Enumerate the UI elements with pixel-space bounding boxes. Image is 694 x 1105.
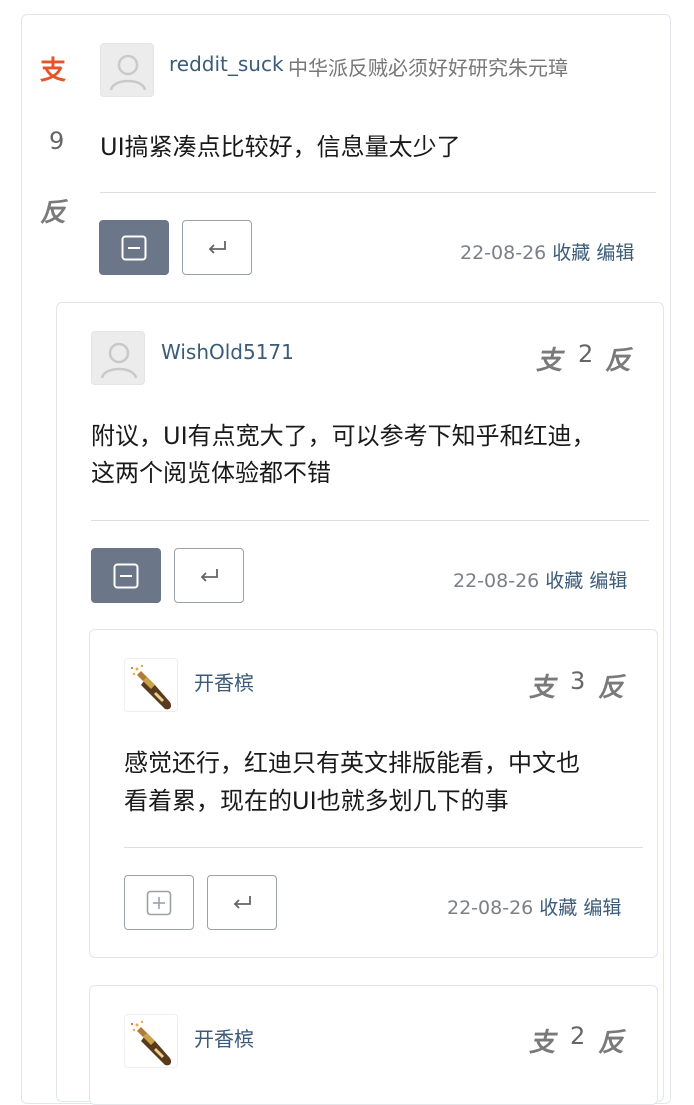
reply-button[interactable]	[182, 220, 252, 275]
expand-button[interactable]	[124, 875, 194, 930]
avatar[interactable]	[124, 1014, 178, 1068]
edit-link[interactable]: 编辑	[596, 242, 634, 264]
reply-button[interactable]	[207, 875, 277, 930]
vote-score: 9	[49, 127, 65, 155]
comment-date: 22-08-26	[460, 242, 547, 264]
edit-link[interactable]: 编辑	[589, 570, 627, 592]
avatar[interactable]	[124, 658, 178, 712]
user-silhouette-icon	[109, 54, 147, 92]
favorite-link[interactable]: 收藏	[545, 570, 583, 592]
vote-score: 3	[570, 667, 586, 695]
edit-link[interactable]: 编辑	[583, 897, 621, 919]
collapse-button[interactable]	[91, 548, 161, 603]
avatar[interactable]	[100, 43, 154, 97]
comment-meta: 22-08-26 收藏 编辑	[447, 893, 621, 920]
vote-score: 2	[578, 340, 594, 368]
oppose-vote-button[interactable]: 反	[598, 1022, 624, 1059]
comment-date: 22-08-26	[447, 897, 534, 919]
username-link[interactable]: 开香槟	[194, 667, 254, 696]
username-link[interactable]: reddit_suck	[169, 52, 284, 76]
champagne-bottle-icon	[129, 1019, 173, 1067]
user-flair: 中华派反贼必须好好研究朱元璋	[288, 56, 568, 80]
minus-square-icon	[121, 235, 147, 260]
favorite-link[interactable]: 收藏	[539, 897, 577, 919]
comment-text-line: 感觉还行，红迪只有英文排版能看，中文也	[124, 749, 580, 777]
divider	[91, 520, 649, 521]
comment-text: UI搞紧凑点比较好，信息量太少了	[100, 133, 461, 161]
comment-meta: 22-08-26 收藏 编辑	[460, 238, 634, 265]
divider	[124, 847, 643, 848]
divider	[100, 192, 656, 193]
support-vote-button[interactable]: 支	[529, 1022, 555, 1059]
comment-text-line: 看着累，现在的UI也就多划几下的事	[124, 787, 509, 815]
minus-square-icon	[113, 563, 139, 588]
support-vote-button[interactable]: 支	[536, 340, 562, 377]
oppose-vote-button[interactable]: 反	[40, 192, 66, 229]
comment-meta: 22-08-26 收藏 编辑	[453, 566, 627, 593]
comment-text-line: 这两个阅览体验都不错	[91, 459, 331, 487]
comment-date: 22-08-26	[453, 570, 540, 592]
reply-arrow-icon	[201, 567, 218, 582]
reply-arrow-icon	[234, 894, 251, 909]
champagne-bottle-icon	[129, 663, 173, 711]
oppose-vote-button[interactable]: 反	[605, 340, 631, 377]
support-vote-button[interactable]: 支	[40, 50, 66, 87]
reply-arrow-icon	[209, 239, 226, 254]
username-link[interactable]: 开香槟	[194, 1023, 254, 1052]
collapse-button[interactable]	[99, 220, 169, 275]
avatar[interactable]	[91, 331, 145, 385]
username-link[interactable]: WishOld5171	[161, 340, 294, 364]
user-silhouette-icon	[100, 342, 138, 380]
comment-text-line: 附议，UI有点宽大了，可以参考下知乎和红迪，	[91, 422, 596, 450]
oppose-vote-button[interactable]: 反	[598, 667, 624, 704]
favorite-link[interactable]: 收藏	[552, 242, 590, 264]
reply-button[interactable]	[174, 548, 244, 603]
plus-square-icon	[146, 890, 172, 915]
support-vote-button[interactable]: 支	[529, 667, 555, 704]
vote-score: 2	[570, 1022, 586, 1050]
